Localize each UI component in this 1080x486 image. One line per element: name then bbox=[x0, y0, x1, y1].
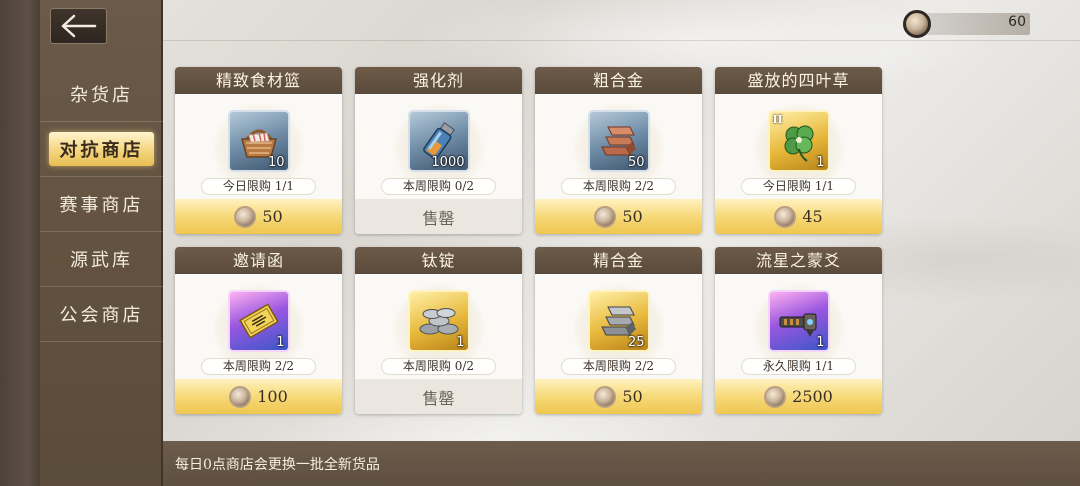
item-icon-frame: 50 bbox=[587, 110, 650, 172]
item-price: 45 bbox=[802, 207, 823, 226]
buy-button[interactable]: 100 bbox=[175, 379, 342, 414]
item-icon-frame: 10 bbox=[227, 110, 290, 172]
item-quantity: 50 bbox=[627, 155, 645, 170]
purchase-limit: 本周限购 2/2 bbox=[561, 178, 676, 195]
buy-button[interactable]: 50 bbox=[535, 379, 702, 414]
item-icon-frame: 1 bbox=[407, 290, 470, 352]
coin-icon bbox=[594, 205, 617, 228]
purchase-limit: 本周限购 2/2 bbox=[561, 358, 676, 375]
purchase-limit: 本周限购 0/2 bbox=[381, 178, 496, 195]
nav-item-label: 公会商店 bbox=[59, 305, 144, 326]
refresh-notice: 每日0点商店会更换一批全新货品 bbox=[175, 456, 380, 473]
purchase-limit: 今日限购 1/1 bbox=[201, 178, 316, 195]
arrow-left-icon bbox=[61, 14, 96, 38]
purchase-limit: 本周限购 2/2 bbox=[201, 358, 316, 375]
item-price: 100 bbox=[257, 387, 288, 406]
item-name: 精合金 bbox=[535, 247, 702, 274]
nav-item-event-shop[interactable]: 赛事商店 bbox=[40, 177, 163, 232]
item-quantity: 25 bbox=[627, 335, 645, 350]
item-status: 售罄 bbox=[422, 388, 455, 408]
coin-icon bbox=[764, 385, 787, 408]
footer-notice-bar: 每日0点商店会更换一批全新货品 bbox=[163, 441, 1080, 486]
nav-item-guild-shop[interactable]: 公会商店 bbox=[40, 287, 163, 342]
shop-item-card[interactable]: 粗合金 50 本周限购 2/2 50 bbox=[535, 67, 702, 234]
cannon-icon bbox=[779, 313, 816, 337]
item-icon-frame: II 1 bbox=[767, 110, 830, 172]
item-tier: II bbox=[772, 113, 783, 126]
nav-item-label: 赛事商店 bbox=[59, 195, 144, 216]
item-icon-frame: 25 bbox=[587, 290, 650, 352]
item-price: 50 bbox=[622, 387, 643, 406]
item-name: 强化剂 bbox=[355, 67, 522, 94]
left-rail bbox=[0, 0, 40, 486]
item-price: 50 bbox=[622, 207, 643, 226]
shop-item-card[interactable]: 精合金 25 本周限购 2/2 50 bbox=[535, 247, 702, 414]
nav-item-label: 源武库 bbox=[70, 250, 133, 271]
back-button[interactable] bbox=[50, 8, 107, 44]
item-name: 邀请函 bbox=[175, 247, 342, 274]
item-name: 钛锭 bbox=[355, 247, 522, 274]
item-name: 流星之蒙爻 bbox=[715, 247, 882, 274]
shop-item-card[interactable]: 盛放的四叶草 II 1 今日限购 1/1 45 bbox=[715, 67, 882, 234]
item-quantity: 1 bbox=[456, 335, 465, 350]
sold-out-label: 售罄 bbox=[355, 199, 522, 234]
coin-icon bbox=[234, 205, 257, 228]
purchase-limit: 今日限购 1/1 bbox=[741, 178, 856, 195]
coin-icon bbox=[903, 10, 931, 38]
nav-item-armory[interactable]: 源武库 bbox=[40, 232, 163, 287]
buy-button[interactable]: 45 bbox=[715, 199, 882, 234]
item-price: 2500 bbox=[792, 387, 833, 406]
item-icon-frame: 1000 bbox=[407, 110, 470, 172]
buy-button[interactable]: 50 bbox=[175, 199, 342, 234]
item-icon-frame: 1 bbox=[227, 290, 290, 352]
nav-item-label: 杂货店 bbox=[70, 85, 133, 106]
coin-icon bbox=[229, 385, 252, 408]
sold-out-label: 售罄 bbox=[355, 379, 522, 414]
nav-item-label: 对抗商店 bbox=[59, 140, 144, 161]
item-name: 盛放的四叶草 bbox=[715, 67, 882, 94]
nav-item-versus-shop[interactable]: 对抗商店 bbox=[40, 122, 163, 177]
item-icon-frame: 1 bbox=[767, 290, 830, 352]
shop-item-card[interactable]: 邀请函 1 本周限购 2/2 100 bbox=[175, 247, 342, 414]
currency-display: 60 bbox=[903, 10, 1030, 38]
shop-item-card[interactable]: 钛锭 1 本周限购 0/2 售罄 bbox=[355, 247, 522, 414]
shop-nav: 杂货店 对抗商店 赛事商店 源武库 公会商店 bbox=[40, 67, 163, 342]
shop-item-card[interactable]: 精致食材篮 10 今日限购 1/1 50 bbox=[175, 67, 342, 234]
buy-button[interactable]: 50 bbox=[535, 199, 702, 234]
purchase-limit: 永久限购 1/1 bbox=[741, 358, 856, 375]
item-name: 粗合金 bbox=[535, 67, 702, 94]
item-quantity: 1 bbox=[816, 155, 825, 170]
clover-icon bbox=[784, 125, 813, 162]
item-quantity: 1 bbox=[276, 335, 285, 350]
currency-amount: 60 bbox=[1008, 14, 1026, 30]
item-status: 售罄 bbox=[422, 208, 455, 228]
item-name: 精致食材篮 bbox=[175, 67, 342, 94]
coin-icon bbox=[594, 385, 617, 408]
divider bbox=[163, 40, 1080, 41]
nav-item-grocery[interactable]: 杂货店 bbox=[40, 67, 163, 122]
coin-icon bbox=[774, 205, 797, 228]
titanium-coins-icon bbox=[419, 308, 458, 335]
item-quantity: 1 bbox=[816, 335, 825, 350]
invitation-icon bbox=[238, 303, 279, 339]
shop-item-card[interactable]: 强化剂 1000 本周限购 0/2 售罄 bbox=[355, 67, 522, 234]
purchase-limit: 本周限购 0/2 bbox=[381, 358, 496, 375]
item-quantity: 1000 bbox=[431, 155, 465, 170]
item-price: 50 bbox=[262, 207, 283, 226]
buy-button[interactable]: 2500 bbox=[715, 379, 882, 414]
item-quantity: 10 bbox=[267, 155, 285, 170]
shop-item-card[interactable]: 流星之蒙爻 1 永久限购 1/1 2500 bbox=[715, 247, 882, 414]
